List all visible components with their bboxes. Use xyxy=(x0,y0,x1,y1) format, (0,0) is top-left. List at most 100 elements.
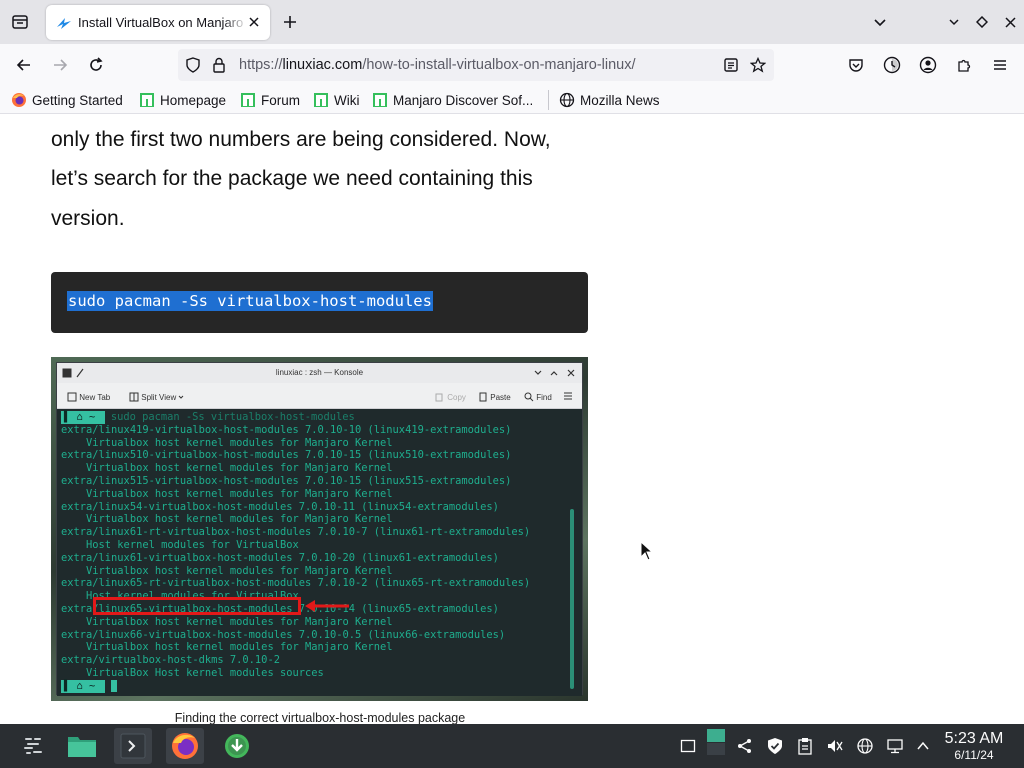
linuxiac-favicon-icon xyxy=(56,15,72,31)
extension-circle-button[interactable] xyxy=(879,52,905,78)
minimize-button[interactable] xyxy=(944,12,964,32)
terminal-output-line: extra/linux65-rt-virtualbox-host-modules… xyxy=(61,577,531,590)
lock-icon[interactable] xyxy=(210,56,228,74)
maximize-button[interactable] xyxy=(972,12,992,32)
url-path: /how-to-install-virtualbox-on-manjaro-li… xyxy=(362,57,636,73)
tray-security[interactable] xyxy=(765,736,785,756)
chevron-up-icon xyxy=(550,371,558,376)
tray-show-desktop[interactable] xyxy=(678,736,698,756)
firefox-view-icon xyxy=(883,56,901,74)
terminal-output-line: VirtualBox Host kernel modules sources xyxy=(61,667,324,679)
konsole-window: linuxiac : zsh — Konsole New Tab Split V… xyxy=(56,362,583,696)
firefox-icon xyxy=(11,92,27,108)
tray-clipboard[interactable] xyxy=(795,736,815,756)
bookmark-manjaro-discover[interactable]: Manjaro Discover Sof... xyxy=(372,91,533,109)
back-button[interactable] xyxy=(11,52,37,78)
red-arrow-icon xyxy=(305,600,349,612)
close-window-button[interactable] xyxy=(1000,12,1020,32)
app-menu-button[interactable] xyxy=(987,52,1013,78)
konsole-find-label: Find xyxy=(536,392,552,402)
taskbar-konsole[interactable] xyxy=(114,728,152,764)
terminal-icon xyxy=(120,733,146,759)
terminal-output-line: Virtualbox host kernel modules for Manja… xyxy=(61,615,393,628)
new-tab-icon xyxy=(67,392,77,402)
terminal-output-line: extra/linux515-virtualbox-host-modules 7… xyxy=(61,475,512,487)
taskbar-file-manager[interactable] xyxy=(63,728,101,764)
address-bar[interactable]: https://linuxiac.com/how-to-install-virt… xyxy=(178,49,774,81)
bookmark-wiki[interactable]: Wiki xyxy=(313,91,360,109)
konsole-new-tab-label: New Tab xyxy=(79,392,111,402)
taskbar-firefox[interactable] xyxy=(166,728,204,764)
account-icon xyxy=(919,56,937,74)
reload-icon xyxy=(90,57,103,71)
tray-volume[interactable] xyxy=(825,736,845,756)
tray-network[interactable] xyxy=(885,736,905,756)
tray-expander[interactable] xyxy=(913,736,933,756)
tab-active[interactable]: Install VirtualBox on Manjaro Linux xyxy=(46,5,270,40)
navigation-toolbar: https://linuxiac.com/how-to-install-virt… xyxy=(0,44,1024,86)
list-all-tabs-button[interactable] xyxy=(868,10,892,34)
network-share-icon xyxy=(738,739,751,753)
terminal-output-line: Virtualbox host kernel modules for Manja… xyxy=(61,564,393,577)
taskbar-clock[interactable]: 5:23 AM 6/11/24 xyxy=(934,730,1014,762)
terminal-screenshot: linuxiac : zsh — Konsole New Tab Split V… xyxy=(51,357,588,701)
bookmark-label: Mozilla News xyxy=(580,92,660,108)
taskbar-update-manager[interactable] xyxy=(218,728,256,764)
bookmark-star-icon[interactable] xyxy=(749,56,767,74)
split-view-icon xyxy=(129,392,139,402)
firefox-icon xyxy=(172,733,198,759)
application-launcher[interactable] xyxy=(14,728,52,764)
tray-virtual-desktops[interactable] xyxy=(706,729,726,755)
arrow-right-icon xyxy=(54,59,68,71)
clock-time: 5:23 AM xyxy=(944,730,1004,747)
bookmark-forum[interactable]: Forum xyxy=(240,91,300,109)
monitor-network-icon xyxy=(887,739,903,754)
tab-list-icon xyxy=(12,15,28,29)
konsole-split-view: Split View xyxy=(129,392,184,402)
chevron-up-icon xyxy=(917,741,929,750)
new-tab-button[interactable] xyxy=(278,10,302,34)
url-text[interactable]: https://linuxiac.com/how-to-install-virt… xyxy=(239,57,636,73)
tab-close-icon[interactable] xyxy=(246,14,262,30)
pager-icon xyxy=(707,729,725,755)
copy-icon xyxy=(435,393,443,402)
reader-view-icon[interactable] xyxy=(722,56,740,74)
bookmark-homepage[interactable]: Homepage xyxy=(139,91,226,109)
window-icon xyxy=(680,739,696,753)
konsole-copy-label: Copy xyxy=(447,392,466,402)
arrow-left-icon xyxy=(16,59,30,71)
terminal-output-line: Virtualbox host kernel modules for Manja… xyxy=(61,436,393,449)
shield-check-icon xyxy=(768,738,782,754)
manjaro-icon xyxy=(313,92,329,108)
extensions-button[interactable] xyxy=(951,52,977,78)
url-scheme: https:// xyxy=(239,57,283,73)
pocket-button[interactable] xyxy=(843,52,869,78)
terminal-output-line: extra/linux61-virtualbox-host-modules 7.… xyxy=(61,551,499,564)
account-button[interactable] xyxy=(915,52,941,78)
page-content[interactable]: only the first two numbers are being con… xyxy=(0,115,1024,724)
terminal-scrollbar xyxy=(570,509,574,689)
search-icon xyxy=(524,392,534,402)
bookmark-getting-started[interactable]: Getting Started xyxy=(11,91,123,109)
url-domain: linuxiac.com xyxy=(282,57,363,73)
tracking-protection-shield-icon[interactable] xyxy=(184,56,202,74)
reload-button[interactable] xyxy=(83,52,109,78)
prompt-chip: ▌ ⌂ ~ xyxy=(61,411,105,424)
puzzle-piece-icon xyxy=(958,59,971,72)
tab-list-button[interactable] xyxy=(8,10,32,34)
plus-icon xyxy=(284,16,296,28)
chevron-down-icon xyxy=(179,395,184,399)
chevron-down-icon xyxy=(949,19,959,26)
forward-button[interactable] xyxy=(47,52,73,78)
bookmark-mozilla-news[interactable]: Mozilla News xyxy=(559,91,660,109)
terminal-output-line: Host kernel modules for VirtualBox xyxy=(61,539,299,551)
globe-icon xyxy=(857,738,873,754)
tray-network-globe[interactable] xyxy=(855,736,875,756)
prompt-chip: ▌ ⌂ ~ xyxy=(61,680,105,693)
close-icon xyxy=(567,369,575,377)
code-command-selected[interactable]: sudo pacman -Ss virtualbox-host-modules xyxy=(67,291,433,311)
tray-kde-connect[interactable] xyxy=(735,736,755,756)
code-block[interactable]: sudo pacman -Ss virtualbox-host-modules xyxy=(51,272,588,333)
terminal-output-line: extra/virtualbox-host-dkms 7.0.10-2 xyxy=(61,654,280,667)
hamburger-menu-icon xyxy=(564,392,572,400)
